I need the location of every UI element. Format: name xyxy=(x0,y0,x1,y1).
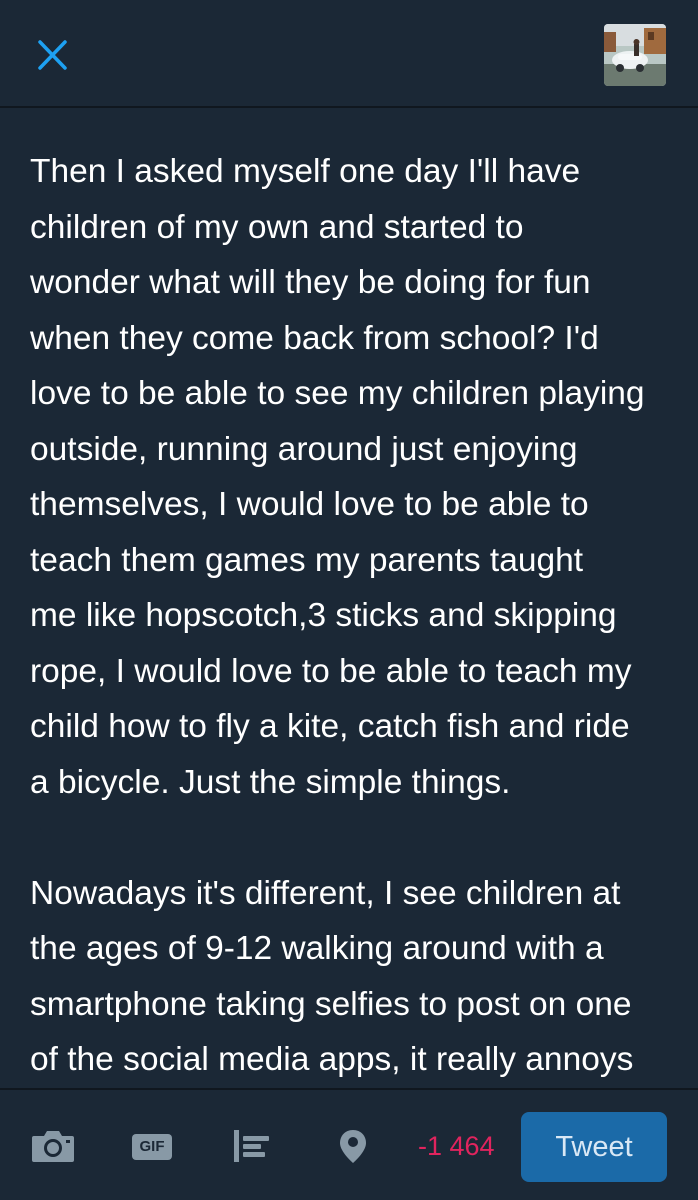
gif-label: GIF xyxy=(139,1138,165,1155)
poll-icon xyxy=(234,1130,269,1162)
tweet-text-input[interactable]: Then I asked myself one day I'll have ch… xyxy=(30,144,680,1088)
compose-area[interactable]: Then I asked myself one day I'll have ch… xyxy=(0,110,698,1088)
location-icon xyxy=(340,1130,366,1163)
camera-icon xyxy=(32,1131,74,1162)
profile-photo xyxy=(604,24,666,86)
tweet-button[interactable]: Tweet xyxy=(521,1112,667,1182)
add-location-button[interactable] xyxy=(338,1128,368,1164)
character-counter: -1 464 xyxy=(418,1131,495,1161)
close-button[interactable] xyxy=(26,30,78,82)
compose-toolbar: GIF -1 464 Tweet xyxy=(0,1088,698,1200)
add-photo-button[interactable] xyxy=(30,1128,76,1164)
add-poll-button[interactable] xyxy=(232,1128,274,1164)
close-icon xyxy=(38,40,67,70)
add-gif-button[interactable]: GIF xyxy=(130,1128,174,1164)
profile-avatar[interactable] xyxy=(604,24,666,86)
compose-header xyxy=(0,0,698,108)
